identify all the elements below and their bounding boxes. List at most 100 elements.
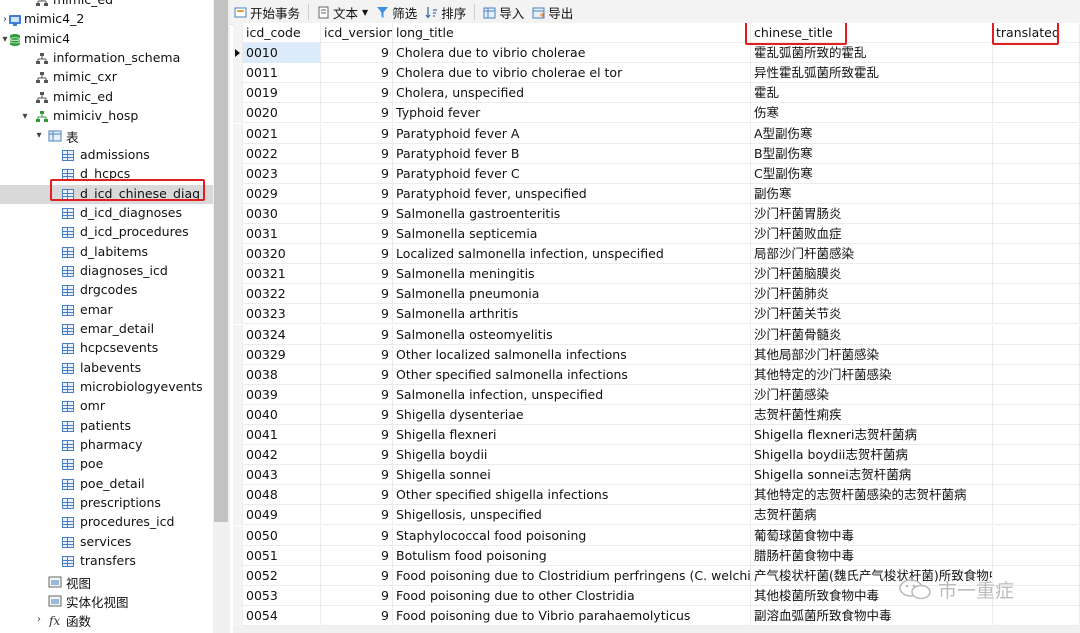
cell-chinese-title[interactable]: 志贺杆菌性痢疾 xyxy=(751,404,993,425)
cell-icd-code[interactable]: 0041 xyxy=(243,425,321,445)
cell-icd-version[interactable]: 9 xyxy=(321,605,393,626)
cell-long-title[interactable]: Staphylococcal food poisoning xyxy=(393,525,751,546)
cell-chinese-title[interactable]: 产气梭状杆菌(魏氏产气梭状杆菌)所致食物中毒 xyxy=(751,565,993,586)
cell-icd-code[interactable]: 0042 xyxy=(243,445,321,466)
table-row[interactable]: 0054 9 Food poisoning due to Vibrio paraha… xyxy=(233,605,1080,626)
table-row[interactable]: 0041 9 Shigella flexneri Shigella flexneri志… xyxy=(233,425,1080,446)
table-row[interactable]: 00321 9 Salmonella meningitis 沙门杆菌脑膜炎 xyxy=(233,264,1080,285)
cell-icd-version[interactable]: 9 xyxy=(321,123,393,144)
cell-icd-version[interactable]: 9 xyxy=(321,324,393,345)
tree-node-omr[interactable]: omr xyxy=(0,397,213,416)
cell-chinese-title[interactable]: C型副伤寒 xyxy=(751,163,993,184)
row-indicator[interactable] xyxy=(233,545,243,566)
cell-translated[interactable] xyxy=(993,445,1080,466)
cell-chinese-title[interactable]: 其他梭菌所致食物中毒 xyxy=(751,585,993,606)
text-button[interactable]: 文本 ▼ xyxy=(313,1,372,23)
tree-node-mimic4_2[interactable]: › mimic4_2 xyxy=(0,10,213,29)
cell-icd-version[interactable]: 9 xyxy=(321,43,393,64)
tree-scrollbar-thumb[interactable] xyxy=(214,0,228,522)
table-row[interactable]: 0029 9 Paratyphoid fever, unspecified 副伤寒 xyxy=(233,183,1080,204)
cell-chinese-title[interactable]: 局部沙门杆菌感染 xyxy=(751,244,993,265)
tree-node-item[interactable]: 实体化视图 xyxy=(0,591,213,610)
cell-translated[interactable] xyxy=(993,404,1080,425)
cell-icd-code[interactable]: 0030 xyxy=(243,203,321,224)
cell-icd-version[interactable]: 9 xyxy=(321,384,393,405)
tree-node-services[interactable]: services xyxy=(0,533,213,552)
cell-long-title[interactable]: Cholera due to vibrio cholerae el tor xyxy=(393,63,751,84)
cell-chinese-title[interactable]: Shigella boydii志贺杆菌病 xyxy=(751,445,993,466)
cell-long-title[interactable]: Food poisoning due to other Clostridia xyxy=(393,585,751,606)
table-row[interactable]: 0048 9 Other specified shigella infections… xyxy=(233,485,1080,506)
cell-translated[interactable] xyxy=(993,324,1080,345)
row-indicator[interactable] xyxy=(233,425,243,445)
cell-icd-version[interactable]: 9 xyxy=(321,203,393,224)
tree-node-procedures_icd[interactable]: procedures_icd xyxy=(0,513,213,532)
cell-chinese-title[interactable]: 腊肠杆菌食物中毒 xyxy=(751,545,993,566)
tree-node-mimic_cxr[interactable]: mimic_cxr xyxy=(0,68,213,87)
cell-long-title[interactable]: Shigella sonnei xyxy=(393,465,751,486)
cell-long-title[interactable]: Shigellosis, unspecified xyxy=(393,505,751,526)
row-indicator[interactable] xyxy=(233,605,243,626)
tree-node-mimic_ed[interactable]: mimic_ed xyxy=(0,88,213,107)
tree-node-mimiciv_hosp[interactable]: ▾ mimiciv_hosp xyxy=(0,107,213,126)
cell-translated[interactable] xyxy=(993,83,1080,104)
cell-translated[interactable] xyxy=(993,143,1080,164)
cell-icd-code[interactable]: 0011 xyxy=(243,63,321,84)
cell-translated[interactable] xyxy=(993,103,1080,124)
cell-long-title[interactable]: Shigella dysenteriae xyxy=(393,404,751,425)
cell-chinese-title[interactable]: 沙门杆菌关节炎 xyxy=(751,304,993,325)
cell-icd-code[interactable]: 0023 xyxy=(243,163,321,184)
cell-translated[interactable] xyxy=(993,43,1080,64)
table-row[interactable]: 0039 9 Salmonella infection, unspecified 沙门… xyxy=(233,384,1080,405)
sort-button[interactable]: 排序 xyxy=(421,1,470,23)
import-button[interactable]: 导入 xyxy=(479,1,528,23)
cell-icd-code[interactable]: 0040 xyxy=(243,404,321,425)
cell-translated[interactable] xyxy=(993,465,1080,486)
cell-icd-version[interactable]: 9 xyxy=(321,485,393,506)
table-row[interactable]: 0038 9 Other specified salmonella infectio… xyxy=(233,364,1080,385)
cell-chinese-title[interactable]: 沙门杆菌感染 xyxy=(751,384,993,405)
cell-icd-code[interactable]: 0053 xyxy=(243,585,321,606)
cell-long-title[interactable]: Salmonella arthritis xyxy=(393,304,751,325)
cell-icd-version[interactable]: 9 xyxy=(321,224,393,244)
cell-chinese-title[interactable]: 沙门杆菌肺炎 xyxy=(751,284,993,305)
cell-translated[interactable] xyxy=(993,565,1080,586)
cell-icd-version[interactable]: 9 xyxy=(321,565,393,586)
row-indicator[interactable] xyxy=(233,103,243,124)
tree-node-item[interactable]: ›查询 xyxy=(0,630,213,633)
cell-translated[interactable] xyxy=(993,244,1080,265)
cell-translated[interactable] xyxy=(993,585,1080,606)
cell-icd-version[interactable]: 9 xyxy=(321,304,393,325)
cell-icd-version[interactable]: 9 xyxy=(321,183,393,204)
row-indicator[interactable] xyxy=(233,465,243,486)
cell-long-title[interactable]: Typhoid fever xyxy=(393,103,751,124)
row-indicator[interactable] xyxy=(233,163,243,184)
row-indicator[interactable] xyxy=(233,324,243,345)
cell-icd-version[interactable]: 9 xyxy=(321,525,393,546)
table-row[interactable]: 0022 9 Paratyphoid fever B B型副伤寒 xyxy=(233,143,1080,164)
cell-icd-code[interactable]: 00320 xyxy=(243,244,321,265)
cell-icd-code[interactable]: 0048 xyxy=(243,485,321,506)
cell-translated[interactable] xyxy=(993,485,1080,506)
row-indicator[interactable] xyxy=(233,123,243,144)
cell-long-title[interactable]: Botulism food poisoning xyxy=(393,545,751,566)
cell-long-title[interactable]: Shigella flexneri xyxy=(393,425,751,445)
cell-long-title[interactable]: Other specified salmonella infections xyxy=(393,364,751,385)
tree-node-prescriptions[interactable]: prescriptions xyxy=(0,494,213,513)
cell-icd-version[interactable]: 9 xyxy=(321,445,393,466)
tree-node-hcpcsevents[interactable]: hcpcsevents xyxy=(0,339,213,358)
row-indicator[interactable] xyxy=(233,505,243,526)
table-row[interactable]: 00329 9 Other localized salmonella infecti… xyxy=(233,344,1080,365)
table-row[interactable]: 0052 9 Food poisoning due to Clostridium p… xyxy=(233,565,1080,586)
table-row[interactable]: 0053 9 Food poisoning due to other Clostri… xyxy=(233,585,1080,606)
cell-chinese-title[interactable]: A型副伤寒 xyxy=(751,123,993,144)
cell-translated[interactable] xyxy=(993,545,1080,566)
grid-horizontal-scrollbar[interactable] xyxy=(233,626,1080,633)
cell-chinese-title[interactable]: 副伤寒 xyxy=(751,183,993,204)
row-indicator[interactable] xyxy=(233,143,243,164)
tree-node-poe[interactable]: poe xyxy=(0,455,213,474)
row-indicator[interactable] xyxy=(233,264,243,285)
table-row[interactable]: 00322 9 Salmonella pneumonia 沙门杆菌肺炎 xyxy=(233,284,1080,305)
cell-translated[interactable] xyxy=(993,163,1080,184)
cell-chinese-title[interactable]: 沙门杆菌败血症 xyxy=(751,224,993,244)
